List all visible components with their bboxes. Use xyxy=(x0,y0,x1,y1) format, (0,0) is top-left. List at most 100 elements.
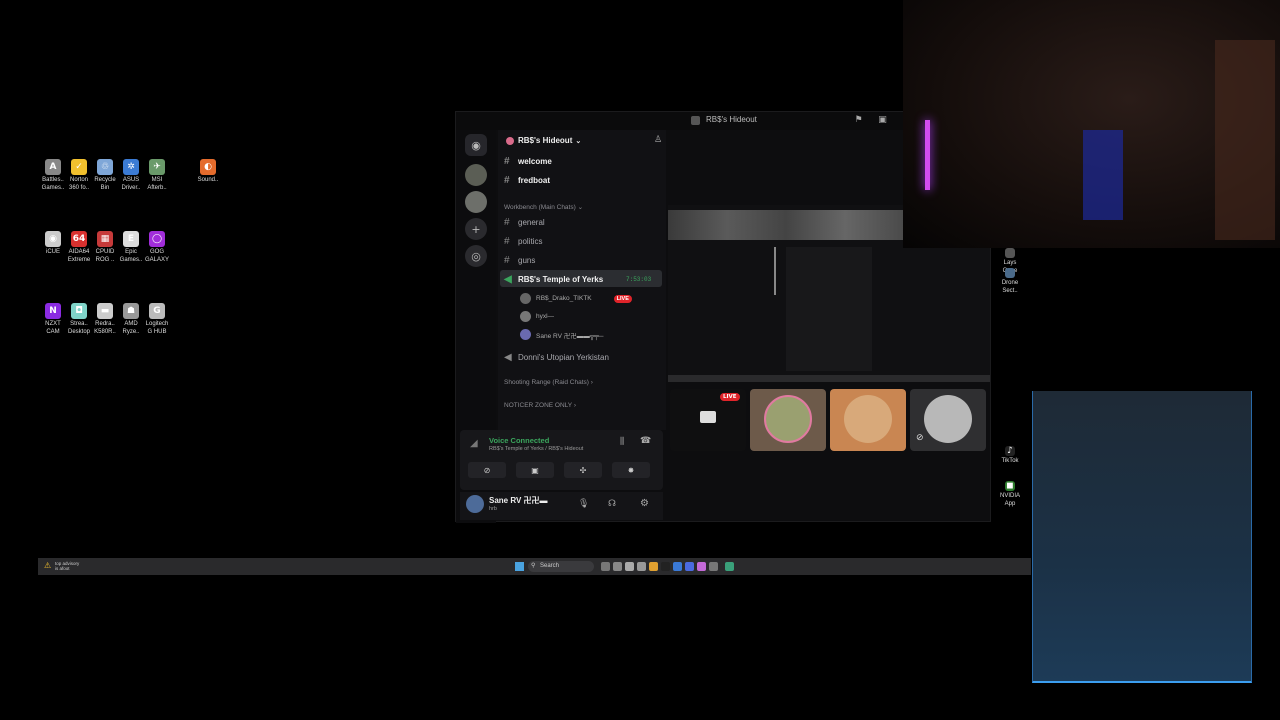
voice-user[interactable]: Sane RV 卍卍▬▬╦╤─ xyxy=(520,329,604,340)
voice-user[interactable]: RB$_Drako_TIKTK LIVE xyxy=(520,293,632,304)
desktop-icon-label: Redra.. K580R.. xyxy=(94,321,116,335)
voice-panel: ◢ Voice Connected RB$'s Temple of Yerks … xyxy=(460,430,663,490)
desktop-icon[interactable]: E Epic Games.. xyxy=(118,231,144,264)
desktop-icon[interactable]: G Logitech G HUB xyxy=(144,303,170,336)
desktop-icon[interactable]: ◼ NVIDIA App xyxy=(997,481,1023,508)
tile-stream[interactable]: LIVE xyxy=(670,389,746,451)
app-icon: ♲ xyxy=(97,159,113,175)
channel-general[interactable]: # general xyxy=(504,217,545,228)
voice-channel-donni[interactable]: ◀ Donni's Utopian Yerkistan xyxy=(504,352,609,363)
taskbar-app-icon[interactable] xyxy=(637,562,646,571)
desktop-icon[interactable]: ✓ Norton 360 fo.. xyxy=(66,159,92,192)
window-title: RB$'s Hideout xyxy=(706,115,757,124)
desktop-icon-label: iCUE xyxy=(45,249,60,255)
stream-thumbnail-strip xyxy=(668,210,904,240)
stream-divider xyxy=(774,247,776,295)
tile-user[interactable] xyxy=(750,389,826,451)
disconnect-icon[interactable]: ☎ xyxy=(640,436,651,446)
taskbar-app-icon[interactable] xyxy=(725,562,734,571)
avatar xyxy=(520,329,531,340)
voice-channel-temple[interactable]: ◀ RB$'s Temple of Yerks xyxy=(504,274,603,285)
tile-user[interactable]: ⊘ xyxy=(910,389,986,451)
server-name[interactable]: RB$'s Hideout ⌄ xyxy=(506,136,581,145)
category-noticer-zone[interactable]: NOTICER ZONE ONLY › xyxy=(504,402,576,409)
user-status: hrb xyxy=(489,506,497,512)
desktop-icon[interactable]: ☗ AMD Ryze.. xyxy=(118,303,144,336)
desktop-icon-label: ASUS Driver.. xyxy=(121,177,141,191)
voice-user[interactable]: hyxl— xyxy=(520,311,554,322)
inbox-icon[interactable]: ▣ xyxy=(877,115,888,126)
desktop-icon[interactable]: A Battles.. Games.. xyxy=(40,159,66,192)
app-icon: ◯ xyxy=(149,231,165,247)
search-icon: ⚲ xyxy=(531,563,536,569)
desktop-icon-label: Strea.. Desktop xyxy=(67,321,90,335)
start-icon[interactable] xyxy=(515,562,524,571)
soundboard-icon[interactable]: ⫼ xyxy=(620,437,624,447)
gear-icon[interactable]: ⚙ xyxy=(640,498,649,509)
desktop-icon[interactable]: ◯ GOG GALAXY xyxy=(144,231,170,264)
taskbar-app-icon[interactable] xyxy=(661,562,670,571)
taskbar-app-icon[interactable] xyxy=(685,562,694,571)
taskbar-app-icon[interactable] xyxy=(673,562,682,571)
activities-button[interactable]: ✣ xyxy=(564,462,602,478)
add-server-icon[interactable]: + xyxy=(465,218,487,240)
avatar xyxy=(520,293,531,304)
camera-button[interactable]: ⊘ xyxy=(468,462,506,478)
channel-welcome[interactable]: # welcome xyxy=(504,156,552,167)
voice-location: RB$'s Temple of Yerks / RB$'s Hideout xyxy=(489,446,584,452)
desktop-icon[interactable]: N NZXT CAM xyxy=(40,303,66,336)
door xyxy=(1215,40,1275,240)
desktop-icon[interactable]: ✈ MSI Afterb.. xyxy=(144,159,170,192)
add-member-icon[interactable]: ♙ xyxy=(654,135,662,145)
live-badge: LIVE xyxy=(613,294,632,303)
channel-list: RB$'s Hideout ⌄ ♙ # welcome # fredboat Wor… xyxy=(498,130,666,430)
app-icon: 64 xyxy=(71,231,87,247)
desktop-icon[interactable]: ◉ iCUE xyxy=(40,231,66,257)
taskbar-app-icon[interactable] xyxy=(613,562,622,571)
app-icon: ▬ xyxy=(97,303,113,319)
desktop-icon[interactable]: ◘ Strea.. Desktop xyxy=(66,303,92,336)
flag-icon[interactable]: ⚑ xyxy=(853,115,864,126)
taskbar-app-icon[interactable] xyxy=(601,562,610,571)
headphones-icon[interactable]: ☊ xyxy=(608,499,616,509)
discord-home-icon[interactable]: ◉ xyxy=(465,134,487,156)
taskbar-app-icon[interactable] xyxy=(625,562,634,571)
tile-user[interactable] xyxy=(830,389,906,451)
desktop-icon[interactable]: ✲ ASUS Driver.. xyxy=(118,159,144,192)
app-icon: ✓ xyxy=(71,159,87,175)
voice-timer: 7:53:03 xyxy=(626,276,652,283)
desktop-icon-label: Battles.. Games.. xyxy=(41,177,65,191)
desktop-icon[interactable]: 64 AIDA64 Extreme xyxy=(66,231,92,264)
overlay-panel xyxy=(1032,391,1252,683)
taskbar-app-icon[interactable] xyxy=(649,562,658,571)
desktop-icon[interactable]: ◐ Sound.. xyxy=(195,159,221,185)
desktop-icon-label: GOG GALAXY xyxy=(144,249,169,263)
server-avatar[interactable] xyxy=(465,191,487,213)
warning-icon: ⚠ xyxy=(44,561,52,570)
desktop-icon-label: AMD Ryze.. xyxy=(122,321,140,335)
channel-fredboat[interactable]: # fredboat xyxy=(504,175,550,186)
mic-icon[interactable]: 🎙 xyxy=(578,499,589,509)
desktop-icon[interactable]: Drone Sect.. xyxy=(997,268,1023,295)
voice-status: Voice Connected xyxy=(489,436,550,445)
screen-share-button[interactable]: ▣ xyxy=(516,462,554,478)
explore-icon[interactable]: ◎ xyxy=(465,245,487,267)
desktop-icon-label: AIDA64 Extreme xyxy=(67,249,91,263)
channel-guns[interactable]: # guns xyxy=(504,255,535,266)
app-icon xyxy=(1005,248,1015,258)
app-icon: A xyxy=(45,159,61,175)
channel-politics[interactable]: # politics xyxy=(504,236,542,247)
desktop-icon[interactable]: ♲ Recycle Bin xyxy=(92,159,118,192)
soundboard-button[interactable]: ✸ xyxy=(612,462,650,478)
desktop-icon[interactable]: ▦ CPUID ROG .. xyxy=(92,231,118,264)
search-input[interactable]: ⚲ Search xyxy=(528,561,594,572)
server-avatar[interactable] xyxy=(465,164,487,186)
category-shooting-range[interactable]: Shooting Range (Raid Chats) › xyxy=(504,379,593,386)
desktop-icon[interactable]: ♪ TikTok xyxy=(997,446,1023,466)
desktop-icon[interactable]: ▬ Redra.. K580R.. xyxy=(92,303,118,336)
app-icon: ☗ xyxy=(123,303,139,319)
category-workbench[interactable]: Workbench (Main Chats) ⌄ xyxy=(504,203,583,211)
taskbar-app-icon[interactable] xyxy=(697,562,706,571)
taskbar-app-icon[interactable] xyxy=(709,562,718,571)
avatar[interactable] xyxy=(466,495,484,513)
